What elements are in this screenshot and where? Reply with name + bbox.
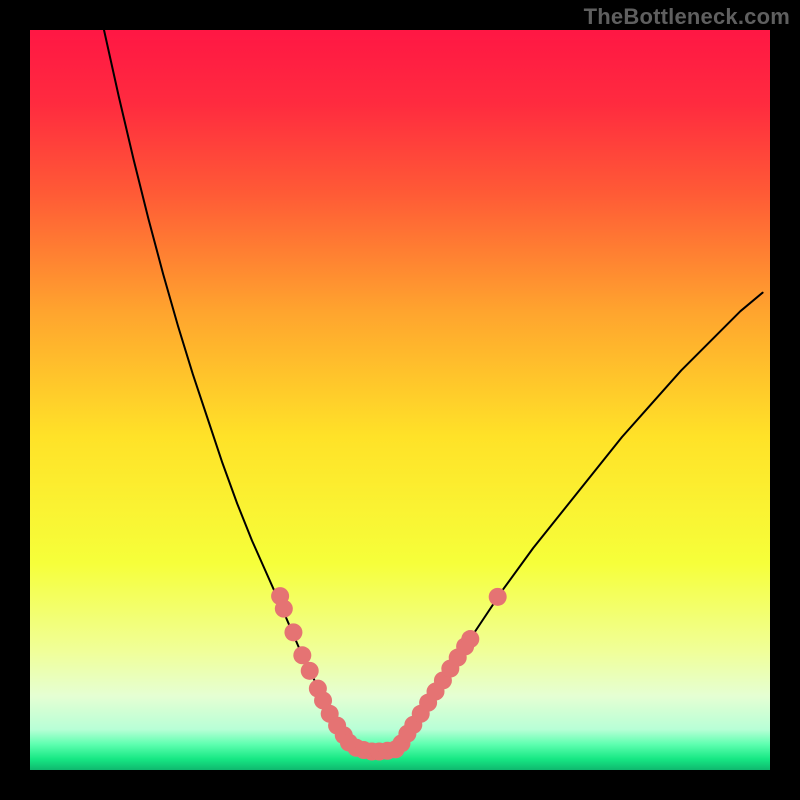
- bottleneck-chart: [0, 0, 800, 800]
- marker-left-markers: [293, 646, 311, 664]
- chart-stage: TheBottleneck.com: [0, 0, 800, 800]
- plot-background: [30, 30, 770, 770]
- watermark-text: TheBottleneck.com: [584, 4, 790, 30]
- marker-left-markers: [284, 623, 302, 641]
- marker-outlier-marker: [489, 588, 507, 606]
- marker-right-markers: [461, 630, 479, 648]
- marker-left-markers: [275, 600, 293, 618]
- marker-left-markers: [301, 662, 319, 680]
